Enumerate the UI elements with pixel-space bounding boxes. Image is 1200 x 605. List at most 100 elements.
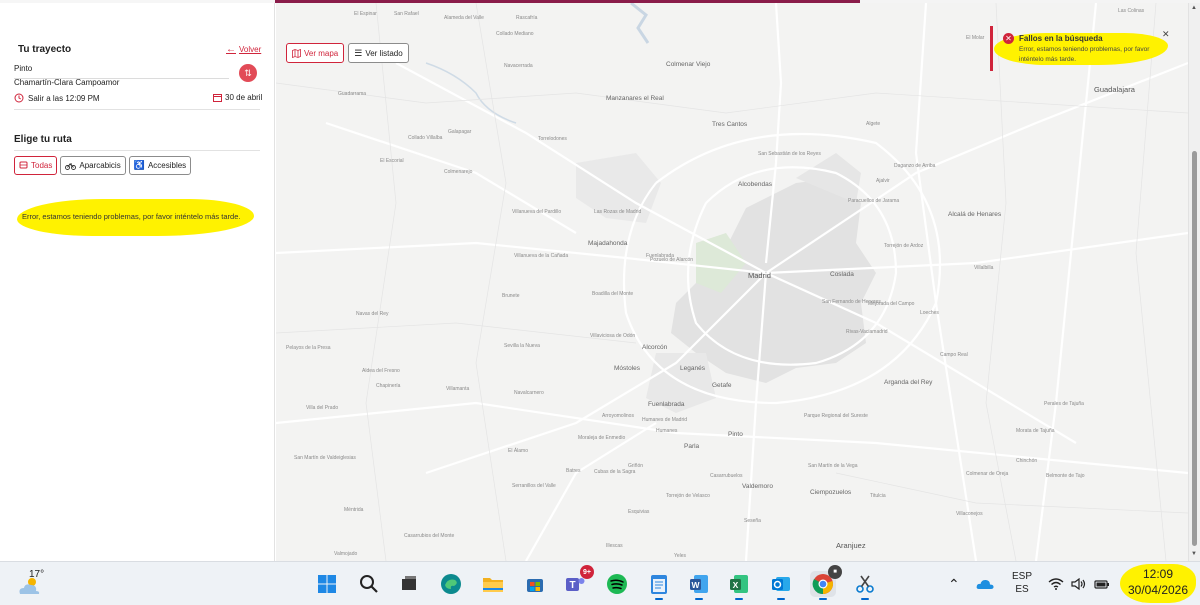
svg-text:W: W	[691, 580, 700, 590]
map-view[interactable]: El Espinar San Rafael Alameda del Valle …	[276, 3, 1188, 561]
origin-field[interactable]: Pinto	[14, 64, 229, 79]
calendar-icon	[213, 94, 222, 102]
departure-time-label: Salir a las 12:09 PM	[28, 93, 100, 103]
store-button[interactable]	[522, 571, 548, 597]
filter-bike-parking[interactable]: Aparcabicis	[60, 156, 126, 175]
word-button[interactable]: W	[686, 571, 712, 600]
arrow-left-icon: ←	[226, 43, 236, 55]
close-icon[interactable]: ✕	[1162, 29, 1170, 40]
chrome-button[interactable]: ■	[810, 565, 842, 600]
error-icon: ✕	[1003, 33, 1014, 44]
teams-button[interactable]: T 9+	[562, 565, 594, 597]
view-map-button[interactable]: Ver mapa	[286, 43, 345, 63]
map-label: San Martín de Valdeiglesias	[294, 455, 356, 461]
system-clock[interactable]: 12:09 30/04/2026	[1122, 566, 1194, 598]
map-label: Aldea del Fresno	[362, 368, 400, 374]
swap-stations-button[interactable]: ⇅	[239, 64, 257, 82]
active-indicator	[735, 598, 743, 600]
battery-button[interactable]	[1094, 562, 1110, 605]
map-label: Móstoles	[614, 365, 641, 372]
map-label: Batres	[566, 468, 581, 474]
filter-all[interactable]: Todas	[14, 156, 58, 175]
scroll-up-icon[interactable]: ▲	[1191, 5, 1197, 11]
map-label: Belmonte de Tajo	[1046, 473, 1085, 479]
scroll-thumb[interactable]	[1192, 151, 1197, 546]
spotify-button[interactable]	[604, 571, 630, 597]
volume-button[interactable]	[1071, 562, 1087, 605]
map-label: Villanueva de la Cañada	[514, 253, 569, 259]
snipping-tool-button[interactable]	[852, 571, 878, 600]
outlook-button[interactable]	[768, 571, 794, 600]
map-icon	[292, 48, 301, 58]
bike-icon	[65, 162, 77, 170]
map-label: El Álamo	[508, 448, 529, 454]
map-label: Navacerrada	[504, 63, 533, 69]
map-label: Colmenar Viejo	[666, 61, 711, 68]
map-label: San Martín de la Vega	[808, 463, 858, 469]
filter-bike-parking-label: Aparcabicis	[79, 161, 121, 170]
weather-widget[interactable]: 17°	[16, 568, 44, 598]
excel-button[interactable]: X	[726, 571, 752, 600]
map-label: Madrid	[748, 271, 771, 280]
map-label: Morata de Tajuña	[1016, 428, 1055, 434]
windows-icon	[318, 575, 336, 593]
network-button[interactable]	[1048, 562, 1064, 605]
back-link[interactable]: ← Volver	[226, 43, 262, 55]
map-label: Illescas	[606, 543, 623, 549]
back-link-label: Volver	[239, 45, 262, 54]
departure-time-selector[interactable]: Salir a las 12:09 PM	[14, 93, 100, 103]
map-label: Arroyomolinos	[602, 413, 634, 419]
map-label: Esquivias	[628, 509, 650, 515]
map-label: Sevilla la Nueva	[504, 343, 540, 349]
map-label: Valmojado	[334, 551, 358, 557]
scroll-down-icon[interactable]: ▼	[1191, 551, 1197, 557]
map-label: Paracuellos de Jarama	[848, 198, 900, 204]
error-toast: ✕ Fallos en la búsqueda Error, estamos t…	[990, 26, 1172, 71]
destination-field[interactable]: Chamartín-Clara Campoamor	[14, 78, 119, 87]
map-label: Daganzo de Arriba	[894, 163, 936, 169]
start-button[interactable]	[314, 571, 340, 597]
map-label: Moraleja de Enmedio	[578, 435, 626, 441]
map-label: San Rafael	[394, 11, 419, 17]
map-label: Ajalvir	[876, 178, 890, 184]
edge-button[interactable]	[438, 571, 464, 597]
active-indicator	[861, 598, 869, 600]
date-label: 30 de abril	[225, 93, 263, 102]
show-hidden-icons-button[interactable]: ⌃	[948, 562, 960, 605]
map-label: Alcalá de Henares	[948, 211, 1002, 218]
map-label: Rivas-Vaciamadrid	[846, 329, 888, 335]
edge-icon	[441, 574, 461, 594]
map-label: El Espinar	[354, 11, 377, 17]
language-indicator[interactable]: ESP ES	[1012, 570, 1032, 596]
speaker-icon	[1071, 578, 1086, 590]
map-label: El Escorial	[380, 158, 404, 164]
battery-icon	[1094, 580, 1109, 589]
map-label: Méntrida	[344, 507, 364, 513]
toast-title: Fallos en la búsqueda	[1019, 34, 1103, 43]
cloud-icon	[976, 579, 994, 589]
onedrive-button[interactable]	[976, 562, 994, 605]
routes-error-message: Error, estamos teniendo problemas, por f…	[22, 212, 241, 221]
map-label: Coslada	[830, 271, 854, 278]
map-label: Humanes de Madrid	[642, 417, 688, 423]
page-scrollbar[interactable]: ▲ ▼	[1188, 3, 1200, 561]
clock-icon	[14, 93, 24, 103]
task-view-button[interactable]	[396, 571, 422, 597]
view-list-button[interactable]: ☰ Ver listado	[348, 43, 409, 63]
map-label: Pinto	[728, 431, 743, 438]
map-label: Alameda del Valle	[444, 15, 484, 21]
filter-accessible[interactable]: ♿ Accesibles	[128, 156, 192, 175]
map-label: Cubas de la Sagra	[594, 469, 636, 475]
date-selector[interactable]: 30 de abril	[213, 93, 262, 102]
notepad-button[interactable]	[646, 571, 672, 600]
svg-text:T: T	[569, 580, 575, 591]
map-label: Chapinería	[376, 383, 401, 389]
search-button[interactable]	[356, 571, 382, 597]
file-explorer-button[interactable]	[480, 571, 506, 597]
map-label: Guadarrama	[338, 91, 367, 97]
screen: Tu trayecto ← Volver Pinto Chamartín-Cla…	[0, 0, 1200, 605]
map-label: Arganda del Rey	[884, 379, 933, 386]
active-indicator	[819, 598, 827, 600]
map-label: Casarrubuelos	[710, 473, 743, 479]
divider	[14, 109, 260, 110]
